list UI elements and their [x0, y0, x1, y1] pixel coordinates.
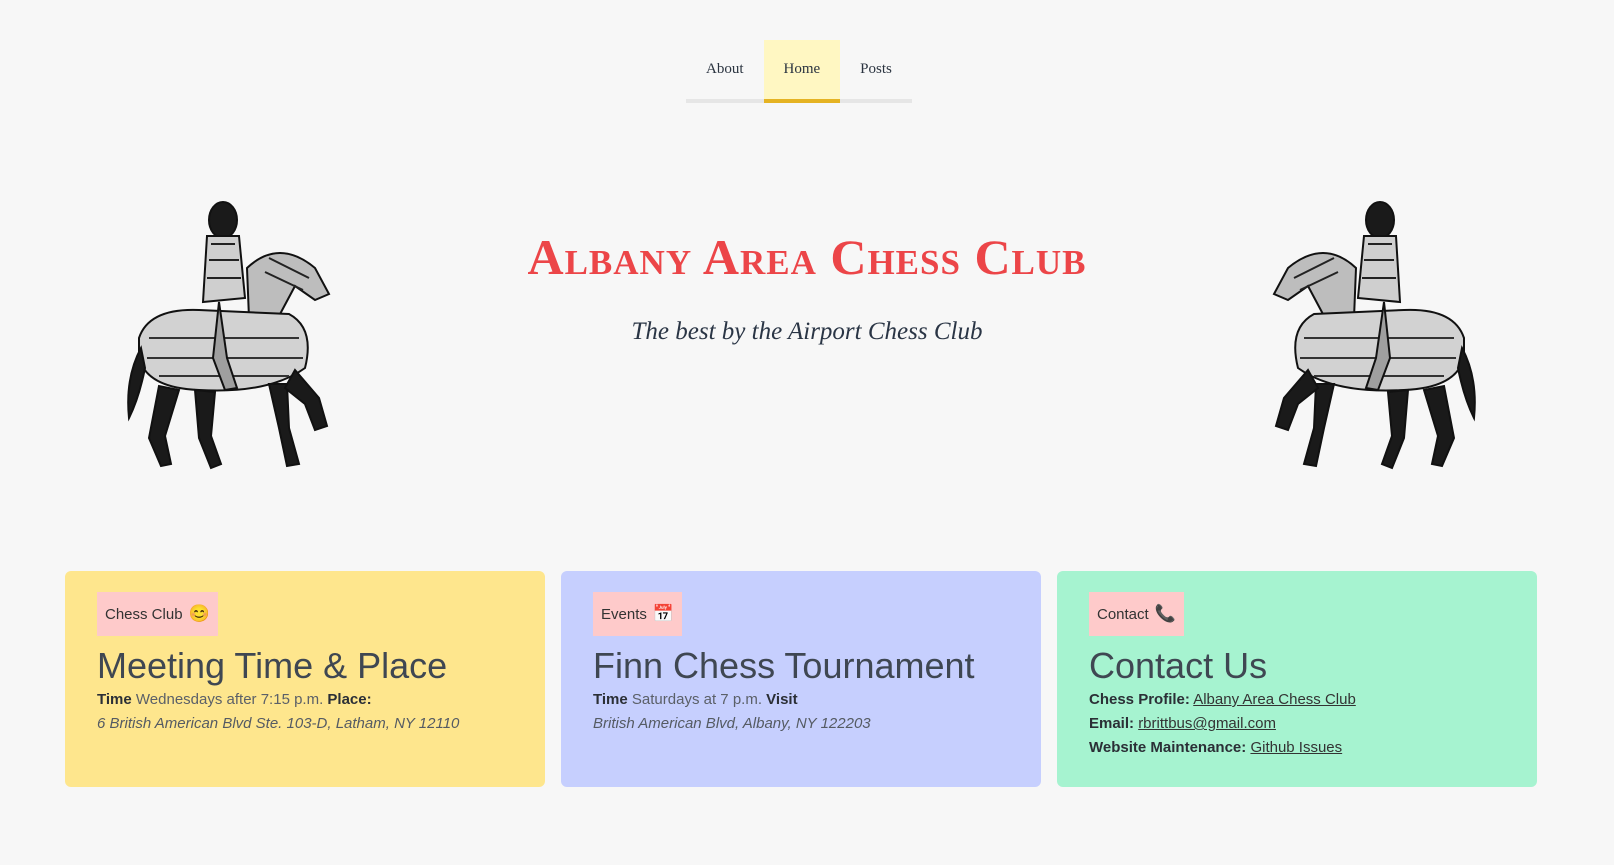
- chess-profile-line: Chess Profile: Albany Area Chess Club: [1089, 688, 1505, 712]
- meeting-address: 6 British American Blvd Ste. 103-D, Lath…: [97, 715, 460, 732]
- chess-profile-link[interactable]: Albany Area Chess Club: [1193, 691, 1356, 708]
- badge-label: Chess Club: [105, 605, 183, 623]
- events-card: Events 📅 Finn Chess Tournament Time Satu…: [561, 571, 1041, 787]
- badge-label: Contact: [1097, 605, 1149, 623]
- nav-about-link[interactable]: About: [686, 40, 764, 99]
- maintenance-line: Website Maintenance: Github Issues: [1089, 736, 1505, 760]
- place-label: Place:: [327, 691, 372, 708]
- profile-label: Chess Profile:: [1089, 691, 1190, 708]
- event-address: British American Blvd, Albany, NY 122203: [593, 715, 871, 732]
- page-subtitle: The best by the Airport Chess Club: [631, 318, 983, 345]
- main-nav: About Home Posts: [686, 40, 912, 103]
- meeting-card: Chess Club 😊 Meeting Time & Place Time W…: [65, 571, 545, 787]
- event-time-line: Time Saturdays at 7 p.m. Visit: [593, 688, 1009, 712]
- calendar-icon: 📅: [652, 604, 675, 623]
- email-label: Email:: [1089, 715, 1135, 732]
- card-heading: Contact Us: [1089, 645, 1268, 686]
- chess-club-badge: Chess Club 😊: [97, 592, 218, 636]
- page-title: Albany Area Chess Club: [527, 229, 1087, 285]
- nav-posts-link[interactable]: Posts: [840, 40, 912, 99]
- maintenance-label: Website Maintenance:: [1089, 739, 1247, 756]
- events-badge: Events 📅: [593, 592, 683, 636]
- github-issues-link[interactable]: Github Issues: [1250, 739, 1342, 756]
- badge-label: Events: [601, 605, 647, 623]
- phone-icon: 📞: [1154, 604, 1176, 623]
- contact-badge: Contact 📞: [1089, 592, 1184, 636]
- card-heading: Meeting Time & Place: [97, 645, 448, 686]
- visit-label: Visit: [766, 691, 798, 708]
- card-heading: Finn Chess Tournament: [593, 645, 975, 686]
- nav-home-link[interactable]: Home: [763, 40, 841, 103]
- time-label: Time: [97, 691, 132, 708]
- time-label: Time: [593, 691, 628, 708]
- meeting-time-line: Time Wednesdays after 7:15 p.m. Place:: [97, 688, 513, 712]
- email-line: Email: rbrittbus@gmail.com: [1089, 712, 1505, 736]
- contact-card: Contact 📞 Contact Us Chess Profile: Alba…: [1057, 571, 1537, 787]
- time-value: Saturdays at 7 p.m.: [631, 691, 762, 708]
- time-value: Wednesdays after 7:15 p.m.: [135, 691, 324, 708]
- smile-icon: 😊: [188, 604, 210, 623]
- email-link[interactable]: rbrittbus@gmail.com: [1138, 715, 1276, 732]
